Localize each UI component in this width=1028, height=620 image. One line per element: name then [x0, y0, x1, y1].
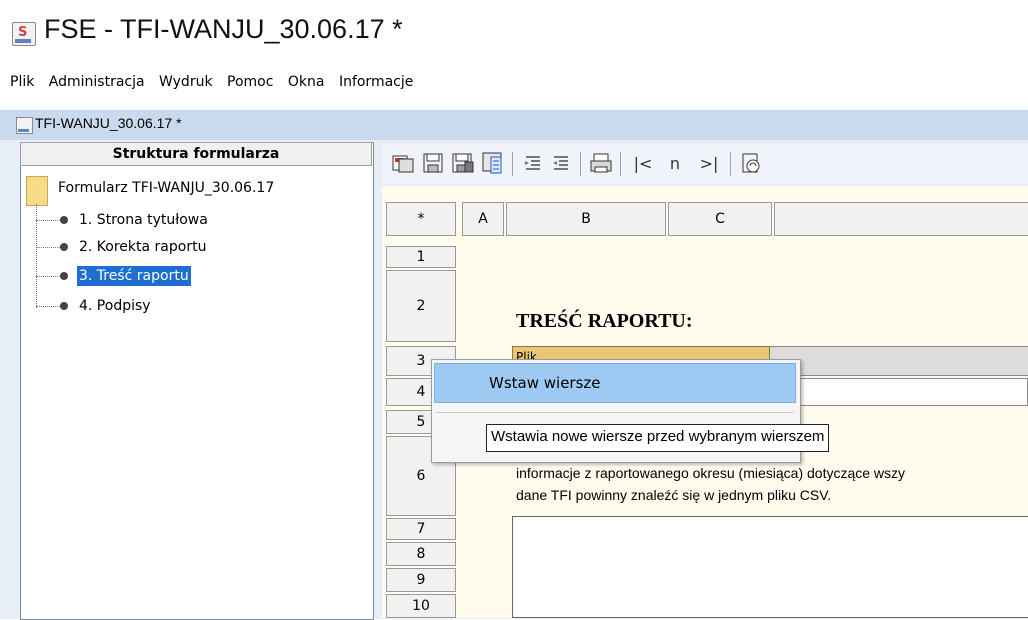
column-header-d[interactable] [774, 202, 1028, 236]
column-header-c[interactable]: C [668, 202, 772, 236]
row-header-7[interactable]: 7 [386, 518, 456, 540]
window-title: FSE - TFI-WANJU_30.06.17 * [44, 14, 403, 44]
section-title: TREŚĆ RAPORTU: [516, 310, 693, 332]
page-number-button[interactable]: n [660, 150, 690, 176]
last-page-button[interactable]: >| [692, 150, 726, 176]
tree-connector [36, 276, 60, 277]
save-icon[interactable] [420, 150, 446, 176]
column-header-b[interactable]: B [506, 202, 666, 236]
tree-item-tresc-raportu[interactable]: 3. Treść raportu [77, 266, 191, 286]
tree-item-korekta-raportu[interactable]: 2. Korekta raportu [77, 237, 208, 257]
tree-connector [36, 220, 60, 221]
tree-connector [36, 247, 60, 248]
tree-node-icon [60, 243, 68, 251]
print-icon[interactable] [588, 150, 614, 176]
menu-plik[interactable]: Plik [8, 68, 36, 96]
menu-administracja[interactable]: Administracja [47, 68, 147, 96]
toolbar-separator [580, 152, 581, 176]
column-header-a[interactable]: A [462, 202, 504, 236]
row-header-2[interactable]: 2 [386, 270, 456, 342]
menu-wydruk[interactable]: Wydruk [157, 68, 215, 96]
menu-okna[interactable]: Okna [286, 68, 327, 96]
menu-separator [436, 412, 794, 413]
inner-window-title: TFI-WANJU_30.06.17 * [35, 115, 182, 131]
menu-pomoc[interactable]: Pomoc [225, 68, 275, 96]
tooltip: Wstawia nowe wiersze przed wybranym wier… [486, 424, 830, 452]
row-header-10[interactable]: 10 [386, 594, 456, 618]
first-page-button[interactable]: |< [626, 150, 660, 176]
save-as-icon[interactable] [450, 150, 476, 176]
info-line-1: informacje z raportowanego okresu (miesi… [516, 465, 906, 481]
tree-node-icon [60, 272, 68, 280]
import-icon[interactable] [480, 150, 506, 176]
toolbar-separator [620, 152, 621, 176]
insert-rows-menu-item[interactable]: Wstaw wiersze [434, 363, 796, 403]
tree-connector [36, 306, 60, 307]
menu-bar: Plik Administracja Wydruk Pomoc Okna Inf… [0, 68, 1028, 96]
tree-item-podpisy[interactable]: 4. Podpisy [77, 296, 153, 316]
tree-node-icon [60, 302, 68, 310]
indent-right-icon[interactable] [520, 150, 546, 176]
folder-icon [26, 176, 48, 206]
grid-corner[interactable]: * [386, 202, 456, 236]
tree-item-strona-tytulowa[interactable]: 1. Strona tytułowa [77, 210, 210, 230]
toolbar-separator [730, 152, 731, 176]
row-header-9[interactable]: 9 [386, 568, 456, 592]
indent-left-icon[interactable] [548, 150, 574, 176]
info-text: informacje z raportowanego okresu (miesi… [516, 462, 905, 506]
row-header-8[interactable]: 8 [386, 542, 456, 566]
java-cup-icon-small [16, 117, 33, 134]
row-header-1[interactable]: 1 [386, 246, 456, 268]
info-line-2: dane TFI powinny znaleźć się w jednym pl… [516, 487, 832, 503]
content-textarea[interactable] [512, 516, 1028, 618]
tree-root-label[interactable]: Formularz TFI-WANJU_30.06.17 [58, 180, 274, 196]
java-cup-icon: S [12, 22, 36, 46]
toolbar: |< n >| [382, 144, 1028, 184]
copy-form-icon[interactable] [390, 150, 416, 176]
refresh-icon[interactable] [738, 150, 764, 176]
menu-informacje[interactable]: Informacje [337, 68, 415, 96]
structure-header: Struktura formularza [20, 142, 372, 166]
toolbar-separator [512, 152, 513, 176]
file-path-cell[interactable] [770, 346, 1028, 376]
tree-node-icon [60, 216, 68, 224]
